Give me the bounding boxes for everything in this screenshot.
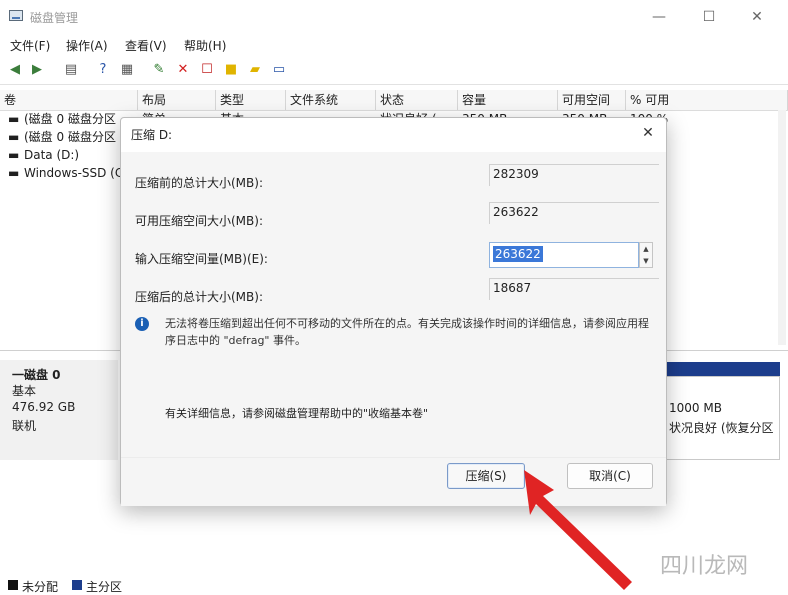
folder-icon[interactable]: ■ — [222, 61, 240, 79]
menu-bar: 文件(F) 操作(A) 查看(V) 帮助(H) — [0, 36, 788, 56]
column-status[interactable]: 状态 — [376, 90, 458, 110]
disk-size: 476.92 GB — [12, 400, 76, 414]
minimize-button[interactable]: — — [644, 6, 674, 28]
label-total-after: 压缩后的总计大小(MB): — [135, 290, 263, 304]
delete-icon[interactable]: ✕ — [174, 61, 192, 79]
disk-management-icon — [9, 10, 23, 21]
red-arrow-icon — [524, 470, 632, 590]
volume-name: Data (D:) — [24, 148, 80, 162]
forward-icon[interactable]: ▶ — [28, 61, 46, 79]
dialog-title: 压缩 D: — [131, 128, 173, 142]
connect-icon[interactable]: ✎ — [150, 61, 168, 79]
spin-up-icon[interactable]: ▲ — [640, 243, 652, 255]
volume-name: (磁盘 0 磁盘分区 — [24, 112, 116, 126]
toolbar: ◀ ▶ ▤ ? ▦ ✎ ✕ ☐ ■ ▰ ▭ — [0, 58, 788, 85]
shrink-amount-value: 263622 — [493, 246, 543, 262]
spin-down-icon[interactable]: ▼ — [640, 255, 652, 267]
partition-size: 1000 MB — [669, 401, 722, 415]
dialog-body: 压缩前的总计大小(MB): 282309 可用压缩空间大小(MB): 26362… — [121, 152, 666, 457]
volume-icon: ▬ — [8, 130, 20, 144]
column-free-space[interactable]: 可用空间 — [558, 90, 626, 110]
list-scrollbar[interactable] — [778, 110, 786, 345]
menu-help[interactable]: 帮助(H) — [184, 36, 226, 56]
menu-view[interactable]: 查看(V) — [125, 36, 167, 56]
volume-icon: ▬ — [8, 166, 20, 180]
value-total-before: 282309 — [489, 164, 659, 186]
help-icon[interactable]: ? — [94, 61, 112, 79]
open-icon[interactable]: ▰ — [246, 61, 264, 79]
maximize-button[interactable]: ☐ — [694, 6, 724, 28]
legend: 未分配 主分区 — [0, 578, 788, 594]
recovery-partition[interactable]: 1000 MB 状况良好 (恢复分区 — [664, 376, 780, 460]
value-available: 263622 — [489, 202, 659, 224]
shrink-dialog: 压缩 D: ✕ 压缩前的总计大小(MB): 282309 可用压缩空间大小(MB… — [120, 117, 667, 506]
shrink-amount-input[interactable]: 263622 — [489, 242, 639, 268]
volume-name: Windows-SSD (C — [24, 166, 124, 180]
column-capacity[interactable]: 容量 — [458, 90, 558, 110]
primary-swatch — [72, 580, 82, 590]
value-total-after: 18687 — [489, 278, 659, 300]
close-button[interactable]: ✕ — [742, 6, 772, 28]
volume-list-header: 卷 布局 类型 文件系统 状态 容量 可用空间 % 可用 — [0, 90, 788, 111]
shrink-amount-stepper[interactable]: ▲ ▼ — [639, 242, 653, 268]
console-icon[interactable]: ▤ — [62, 61, 80, 79]
shrink-button[interactable]: 压缩(S) — [447, 463, 525, 489]
view-icon[interactable]: ▭ — [270, 61, 288, 79]
disk-status: 联机 — [12, 419, 37, 433]
new-icon[interactable]: ☐ — [198, 61, 216, 79]
partition-status: 状况良好 (恢复分区 — [669, 421, 774, 435]
volume-icon: ▬ — [8, 148, 20, 162]
column-percent-free[interactable]: % 可用 — [626, 90, 788, 110]
volume-name: (磁盘 0 磁盘分区 — [24, 130, 116, 144]
info-message: 无法将卷压缩到超出任何不可移动的文件所在的点。有关完成该操作时间的详细信息，请参… — [165, 317, 649, 347]
label-available: 可用压缩空间大小(MB): — [135, 214, 263, 228]
column-layout[interactable]: 布局 — [138, 90, 216, 110]
column-volume[interactable]: 卷 — [0, 90, 138, 110]
properties-icon[interactable]: ▦ — [118, 61, 136, 79]
info-icon: i — [135, 317, 149, 331]
window-title: 磁盘管理 — [30, 11, 79, 25]
label-total-before: 压缩前的总计大小(MB): — [135, 176, 263, 190]
dialog-close-button[interactable]: ✕ — [637, 122, 659, 144]
help-message: 有关详细信息，请参阅磁盘管理帮助中的"收缩基本卷" — [165, 407, 429, 420]
label-input: 输入压缩空间量(MB)(E): — [135, 252, 268, 266]
disk-type: 基本 — [12, 384, 37, 398]
disk-info-panel[interactable]: 一磁盘 0 基本 476.92 GB 联机 — [0, 360, 118, 460]
legend-unallocated: 未分配 — [22, 580, 59, 594]
back-icon[interactable]: ◀ — [6, 61, 24, 79]
unallocated-swatch — [8, 580, 18, 590]
column-filesystem[interactable]: 文件系统 — [286, 90, 376, 110]
menu-file[interactable]: 文件(F) — [10, 36, 50, 56]
volume-icon: ▬ — [8, 112, 20, 126]
watermark: 四川龙网 — [660, 554, 749, 579]
partition-header-bar — [664, 362, 780, 376]
legend-primary: 主分区 — [86, 580, 123, 594]
disk-name: 一磁盘 0 — [12, 368, 61, 382]
column-type[interactable]: 类型 — [216, 90, 286, 110]
title-bar: 磁盘管理 — ☐ ✕ — [0, 0, 788, 34]
menu-action[interactable]: 操作(A) — [66, 36, 108, 56]
